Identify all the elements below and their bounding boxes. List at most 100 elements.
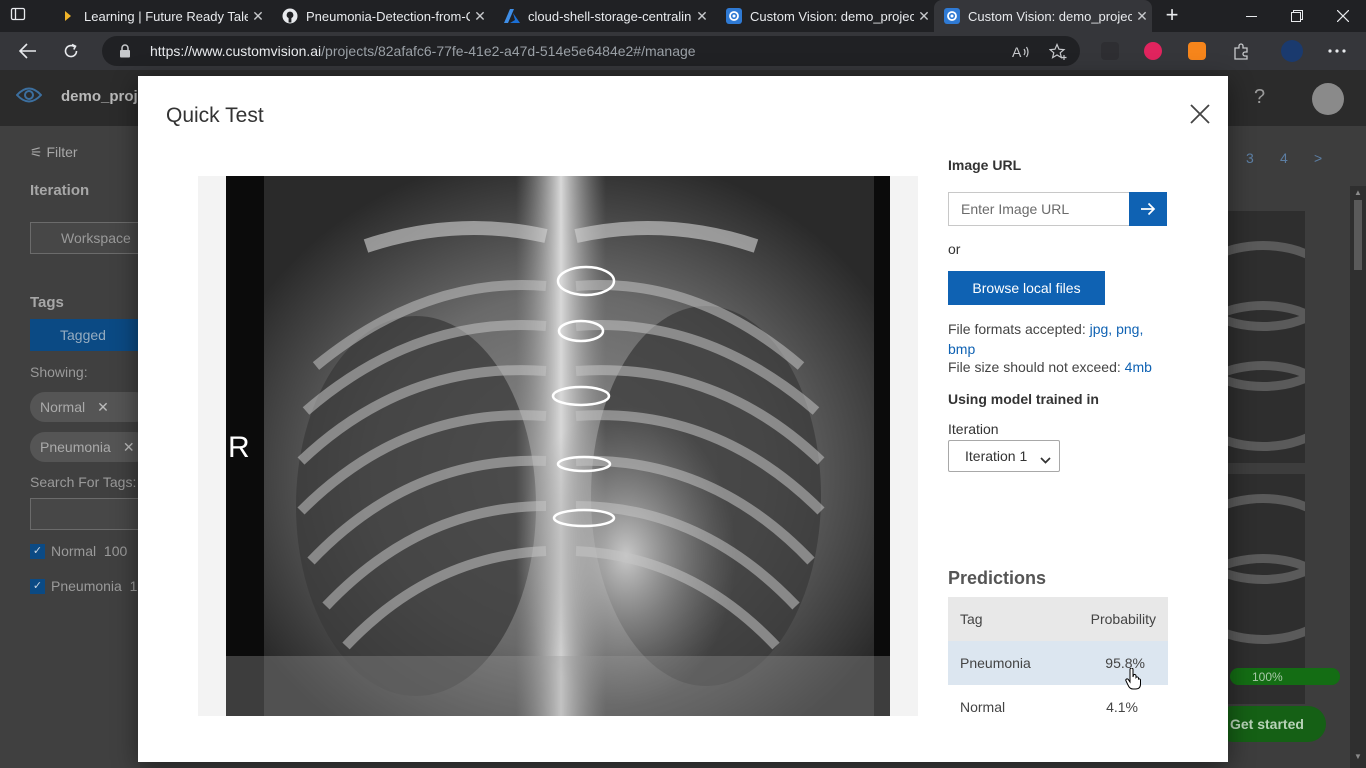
file-formats-text: File formats accepted: jpg, png, bmp: [948, 319, 1163, 359]
tab-custom-vision-2[interactable]: Custom Vision: demo_project ✕: [934, 0, 1152, 32]
remove-icon[interactable]: ✕: [123, 439, 135, 455]
refresh-button[interactable]: [58, 39, 84, 63]
user-avatar[interactable]: [1312, 83, 1344, 115]
tab-title: Learning | Future Ready Talen: [84, 8, 248, 24]
minimize-button[interactable]: [1228, 0, 1274, 32]
hand-cursor-icon: [1125, 667, 1141, 695]
extension-red-icon[interactable]: [1144, 42, 1162, 60]
scroll-up-icon[interactable]: ▲: [1354, 188, 1362, 197]
tab-actions-icon[interactable]: [10, 6, 40, 26]
close-icon[interactable]: ✕: [692, 8, 712, 25]
scrollbar-thumb[interactable]: [1354, 200, 1362, 270]
azure-icon: [504, 8, 520, 24]
tagged-button[interactable]: Tagged: [30, 319, 150, 351]
filter-tag-name: Pneumonia: [51, 578, 122, 594]
scroll-down-icon[interactable]: ▼: [1354, 752, 1362, 761]
filter-tag-name: Normal: [51, 543, 97, 559]
url-bar[interactable]: https://www.customvision.ai/projects/82a…: [102, 36, 1080, 66]
showing-label: Showing:: [30, 364, 88, 380]
chest-xray-image: R: [226, 176, 890, 716]
normal-checkbox[interactable]: ✓: [30, 544, 45, 559]
prediction-tag: Normal: [960, 699, 1006, 715]
formats-prefix: File formats accepted:: [948, 321, 1086, 337]
project-name[interactable]: demo_proje: [61, 88, 146, 105]
quick-test-panel: Image URL or Browse local files File for…: [948, 76, 1208, 762]
dialog-title: Quick Test: [166, 104, 264, 127]
tab-title: cloud-shell-storage-centralin: [528, 8, 692, 24]
tab-learning[interactable]: Learning | Future Ready Talen ✕: [50, 0, 268, 32]
iteration-select[interactable]: Iteration 1: [948, 440, 1060, 472]
tab-github[interactable]: Pneumonia-Detection-from-C ✕: [272, 0, 490, 32]
filter-toggle[interactable]: ⚟ Filter: [30, 144, 78, 161]
custom-vision-eye-icon[interactable]: [15, 86, 43, 109]
filter-tag-count: 1: [129, 578, 138, 594]
github-icon: [282, 8, 298, 24]
search-tags-label: Search For Tags:: [30, 474, 137, 490]
predictions-table: Tag Probability Pneumonia 95.8% Normal 4…: [948, 597, 1168, 729]
file-size-text: File size should not exceed: 4mb: [948, 359, 1152, 375]
image-url-input[interactable]: [948, 192, 1130, 226]
size-prefix: File size should not exceed:: [948, 359, 1121, 375]
url-host: https://www.customvision.ai: [150, 43, 322, 59]
iteration-label: Iteration: [948, 421, 999, 437]
submit-url-button[interactable]: [1129, 192, 1167, 226]
page-link[interactable]: 3: [1246, 150, 1254, 166]
back-button[interactable]: [15, 39, 41, 63]
help-icon[interactable]: ?: [1254, 86, 1265, 109]
filter-label: Filter: [46, 144, 78, 160]
close-icon[interactable]: ✕: [470, 8, 490, 25]
url-path: /projects/82afafc6-77fe-41e2-a47d-514e5e…: [321, 43, 696, 59]
browser-tab-strip: Learning | Future Ready Talen ✕ Pneumoni…: [0, 0, 1366, 32]
read-aloud-icon[interactable]: A: [1012, 43, 1030, 61]
custom-vision-icon: [944, 8, 960, 24]
image-thumbnail[interactable]: [1228, 211, 1305, 463]
new-tab-button[interactable]: +: [1160, 4, 1184, 28]
close-icon[interactable]: ✕: [1132, 8, 1152, 25]
page-scrollbar[interactable]: ▲ ▼: [1350, 186, 1366, 768]
chevron-down-icon: [1040, 451, 1051, 467]
close-icon[interactable]: ✕: [914, 8, 934, 25]
extensions-puzzle-icon[interactable]: [1232, 42, 1250, 60]
quick-test-dialog: Quick Test R Image URL Enter Image URL o…: [138, 76, 1228, 762]
profile-avatar[interactable]: [1281, 40, 1303, 62]
remove-icon[interactable]: ✕: [97, 399, 109, 415]
restore-button[interactable]: [1274, 0, 1320, 32]
pneumonia-checkbox[interactable]: ✓: [30, 579, 45, 594]
or-text: or: [948, 241, 961, 257]
url-text: https://www.customvision.ai/projects/82a…: [150, 43, 696, 59]
chip-label: Pneumonia: [40, 439, 111, 455]
custom-vision-icon: [726, 8, 742, 24]
learning-icon: [60, 8, 76, 24]
search-tags-input[interactable]: [30, 498, 150, 530]
workspace-dropdown[interactable]: Workspace: [30, 222, 150, 254]
page-link[interactable]: 4: [1280, 150, 1288, 166]
tab-title: Custom Vision: demo_project: [968, 8, 1132, 24]
probability-column-header: Probability: [1090, 611, 1156, 627]
close-icon[interactable]: ✕: [248, 8, 268, 25]
training-progress-bar: 100%: [1230, 668, 1340, 685]
tag-chip-normal[interactable]: Normal ✕: [30, 392, 150, 422]
tag-chip-pneumonia[interactable]: Pneumonia ✕: [30, 432, 150, 462]
tab-title: Pneumonia-Detection-from-C: [306, 8, 470, 24]
arrow-right-icon: [1141, 202, 1156, 216]
iteration-selected: Iteration 1: [965, 448, 1028, 464]
lock-icon: [119, 44, 131, 63]
tag-column-header: Tag: [960, 611, 983, 627]
tab-custom-vision-1[interactable]: Custom Vision: demo_project ✕: [716, 0, 934, 32]
next-page-link[interactable]: >: [1314, 150, 1322, 166]
svg-text:A: A: [1012, 44, 1022, 60]
address-bar: https://www.customvision.ai/projects/82a…: [0, 32, 1366, 70]
tags-heading: Tags: [30, 294, 64, 311]
image-preview-area: R: [198, 176, 918, 716]
more-menu-icon[interactable]: [1328, 42, 1346, 60]
add-favorite-icon[interactable]: [1049, 43, 1067, 61]
metamask-icon[interactable]: [1188, 42, 1206, 60]
get-started-button[interactable]: Get started: [1215, 706, 1326, 742]
tab-azure[interactable]: cloud-shell-storage-centralin ✕: [494, 0, 712, 32]
model-heading: Using model trained in: [948, 391, 1099, 407]
iteration-heading: Iteration: [30, 182, 90, 199]
close-window-button[interactable]: [1320, 0, 1366, 32]
extension-icon[interactable]: [1101, 42, 1119, 60]
browse-local-files-button[interactable]: Browse local files: [948, 271, 1105, 305]
progress-text: 100%: [1252, 670, 1283, 684]
